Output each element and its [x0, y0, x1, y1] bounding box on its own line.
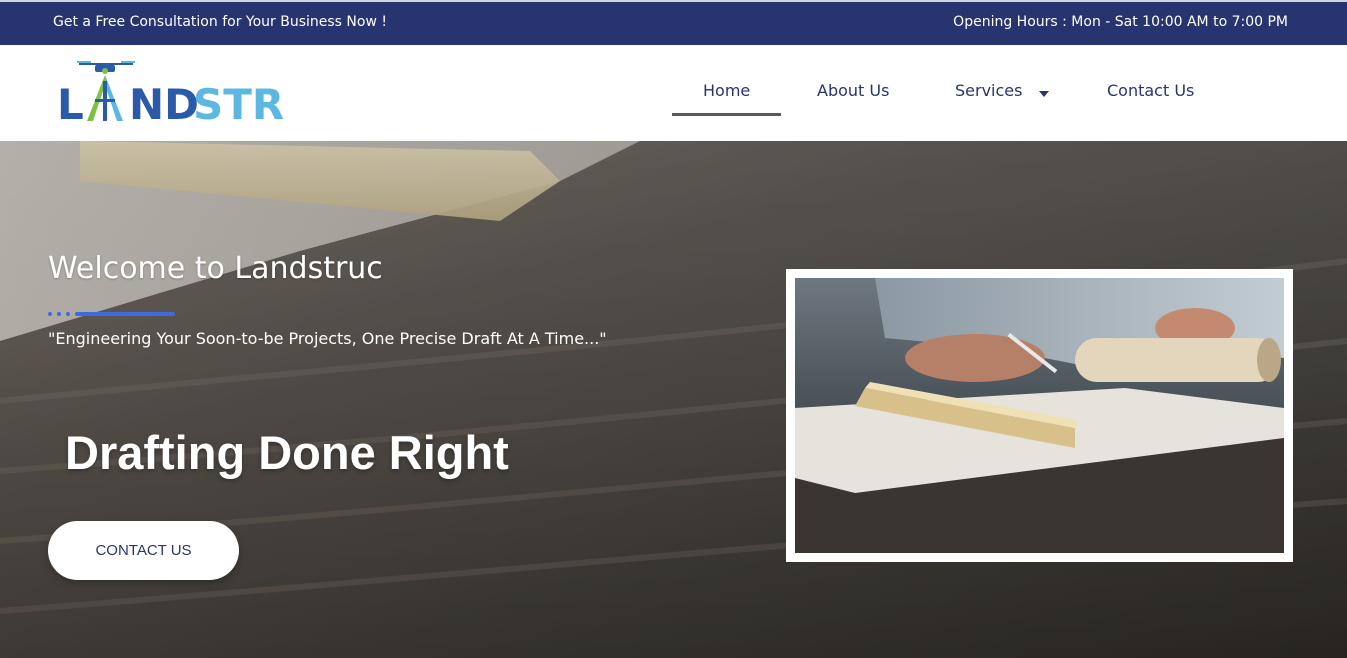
consultation-text: Get a Free Consultation for Your Busines…: [53, 14, 387, 30]
contact-us-button[interactable]: CONTACT US: [48, 521, 239, 580]
top-info-bar: Get a Free Consultation for Your Busines…: [0, 0, 1347, 45]
nav-contact-us[interactable]: Contact Us: [1107, 81, 1194, 100]
svg-text:STRUC: STRUC: [193, 80, 285, 125]
hero-tagline: "Engineering Your Soon-to-be Projects, O…: [48, 329, 607, 348]
nav-services[interactable]: Services: [955, 81, 1049, 101]
opening-hours-text: Opening Hours : Mon - Sat 10:00 AM to 7:…: [953, 14, 1288, 30]
svg-text:L: L: [57, 80, 84, 125]
tripod-icon: [87, 75, 123, 121]
nav-services-label: Services: [955, 81, 1023, 100]
drone-icon: [77, 61, 135, 74]
svg-text:ND: ND: [129, 80, 199, 125]
nav-about-us[interactable]: About Us: [817, 81, 889, 100]
hero-section: Welcome to Landstruc "Engineering Your S…: [0, 141, 1347, 658]
hero-headline: Drafting Done Right: [65, 426, 509, 479]
heading-divider: [48, 312, 178, 316]
chevron-down-icon: [1038, 82, 1049, 101]
site-header: L ND STRUC Home About Us Services Contac…: [0, 45, 1347, 141]
nav-home[interactable]: Home: [671, 81, 782, 116]
welcome-heading: Welcome to Landstruc: [48, 251, 383, 286]
drafting-photo: [786, 269, 1293, 562]
landstruc-logo[interactable]: L ND STRUC: [55, 61, 285, 125]
